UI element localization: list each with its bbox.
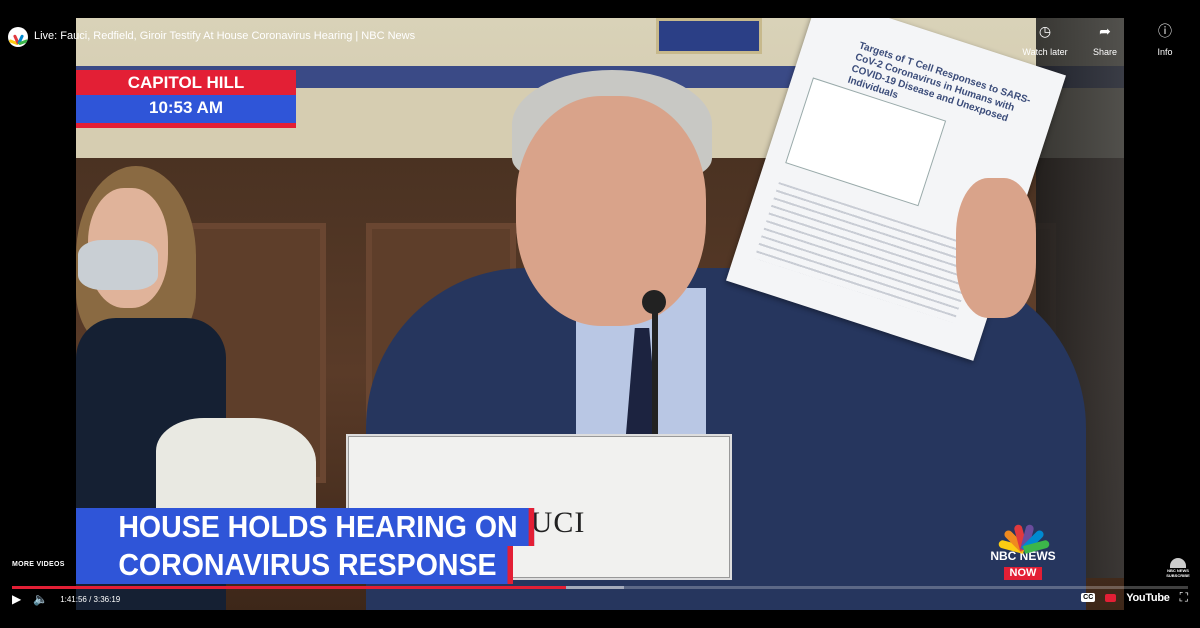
now-label: NOW (1003, 567, 1043, 580)
nbc-peacock-icon (1170, 558, 1186, 568)
progress-played (12, 586, 566, 589)
video-title[interactable]: Live: Fauci, Redfield, Giroir Testify At… (34, 30, 415, 42)
watch-later-label: Watch later (1022, 47, 1068, 57)
info-label: Info (1157, 47, 1173, 57)
nbc-peacock-icon[interactable] (8, 27, 28, 47)
location-label: CAPITOL HILL (76, 70, 296, 95)
volume-icon[interactable]: 🔈 (33, 592, 48, 606)
nbc-subscribe-icon[interactable] (1105, 593, 1117, 602)
progress-bar[interactable] (12, 586, 1188, 589)
share-arrow-icon: ➦ (1099, 23, 1111, 39)
clock-icon: ◷ (1038, 23, 1052, 39)
share-label: Share (1092, 47, 1118, 57)
headline-line-2: CORONAVIRUS RESPONSE (76, 546, 514, 584)
subtitles-icon[interactable]: CC (1081, 593, 1096, 602)
face-mask (78, 240, 158, 290)
speaker-face (516, 96, 706, 326)
top-actions: ◷ Watch later ➦ Share ⓘ Info (1022, 24, 1188, 60)
player-controls: ▶ 🔈 1:41:56 / 3:36:19 CC YouTube ⛶ (0, 582, 1200, 622)
watch-later-button[interactable]: ◷ Watch later (1022, 24, 1068, 60)
play-icon[interactable]: ▶ (12, 592, 21, 606)
share-button[interactable]: ➦ Share (1082, 24, 1128, 60)
info-icon: ⓘ (1158, 23, 1172, 39)
controls-left: ▶ 🔈 1:41:56 / 3:36:19 (12, 592, 120, 606)
speaker-hand (956, 178, 1036, 318)
youtube-logo[interactable]: YouTube (1126, 592, 1170, 604)
title-bar: Live: Fauci, Redfield, Giroir Testify At… (0, 0, 1200, 70)
nbc-news-now-bug: NBC NEWS NOW (990, 522, 1056, 581)
location-time-bug: CAPITOL HILL 10:53 AM (76, 70, 296, 128)
time-display: 1:41:56 / 3:36:19 (60, 594, 121, 604)
time-label: 10:53 AM (76, 95, 296, 128)
headline-line-1: HOUSE HOLDS HEARING ON (76, 508, 535, 546)
video-player[interactable]: Targets of T Cell Responses to SARS-CoV-… (0, 0, 1200, 628)
nbc-peacock-icon (997, 522, 1051, 554)
info-button[interactable]: ⓘ Info (1142, 24, 1188, 60)
more-videos-button[interactable]: MORE VIDEOS (12, 561, 65, 568)
watermark-text: NBC NEWS SUBSCRIBE (1166, 568, 1190, 578)
controls-right: CC YouTube ⛶ (1081, 590, 1188, 605)
fullscreen-icon[interactable]: ⛶ (1180, 590, 1188, 605)
nbc-watermark[interactable]: NBC NEWS SUBSCRIBE (1166, 558, 1190, 578)
